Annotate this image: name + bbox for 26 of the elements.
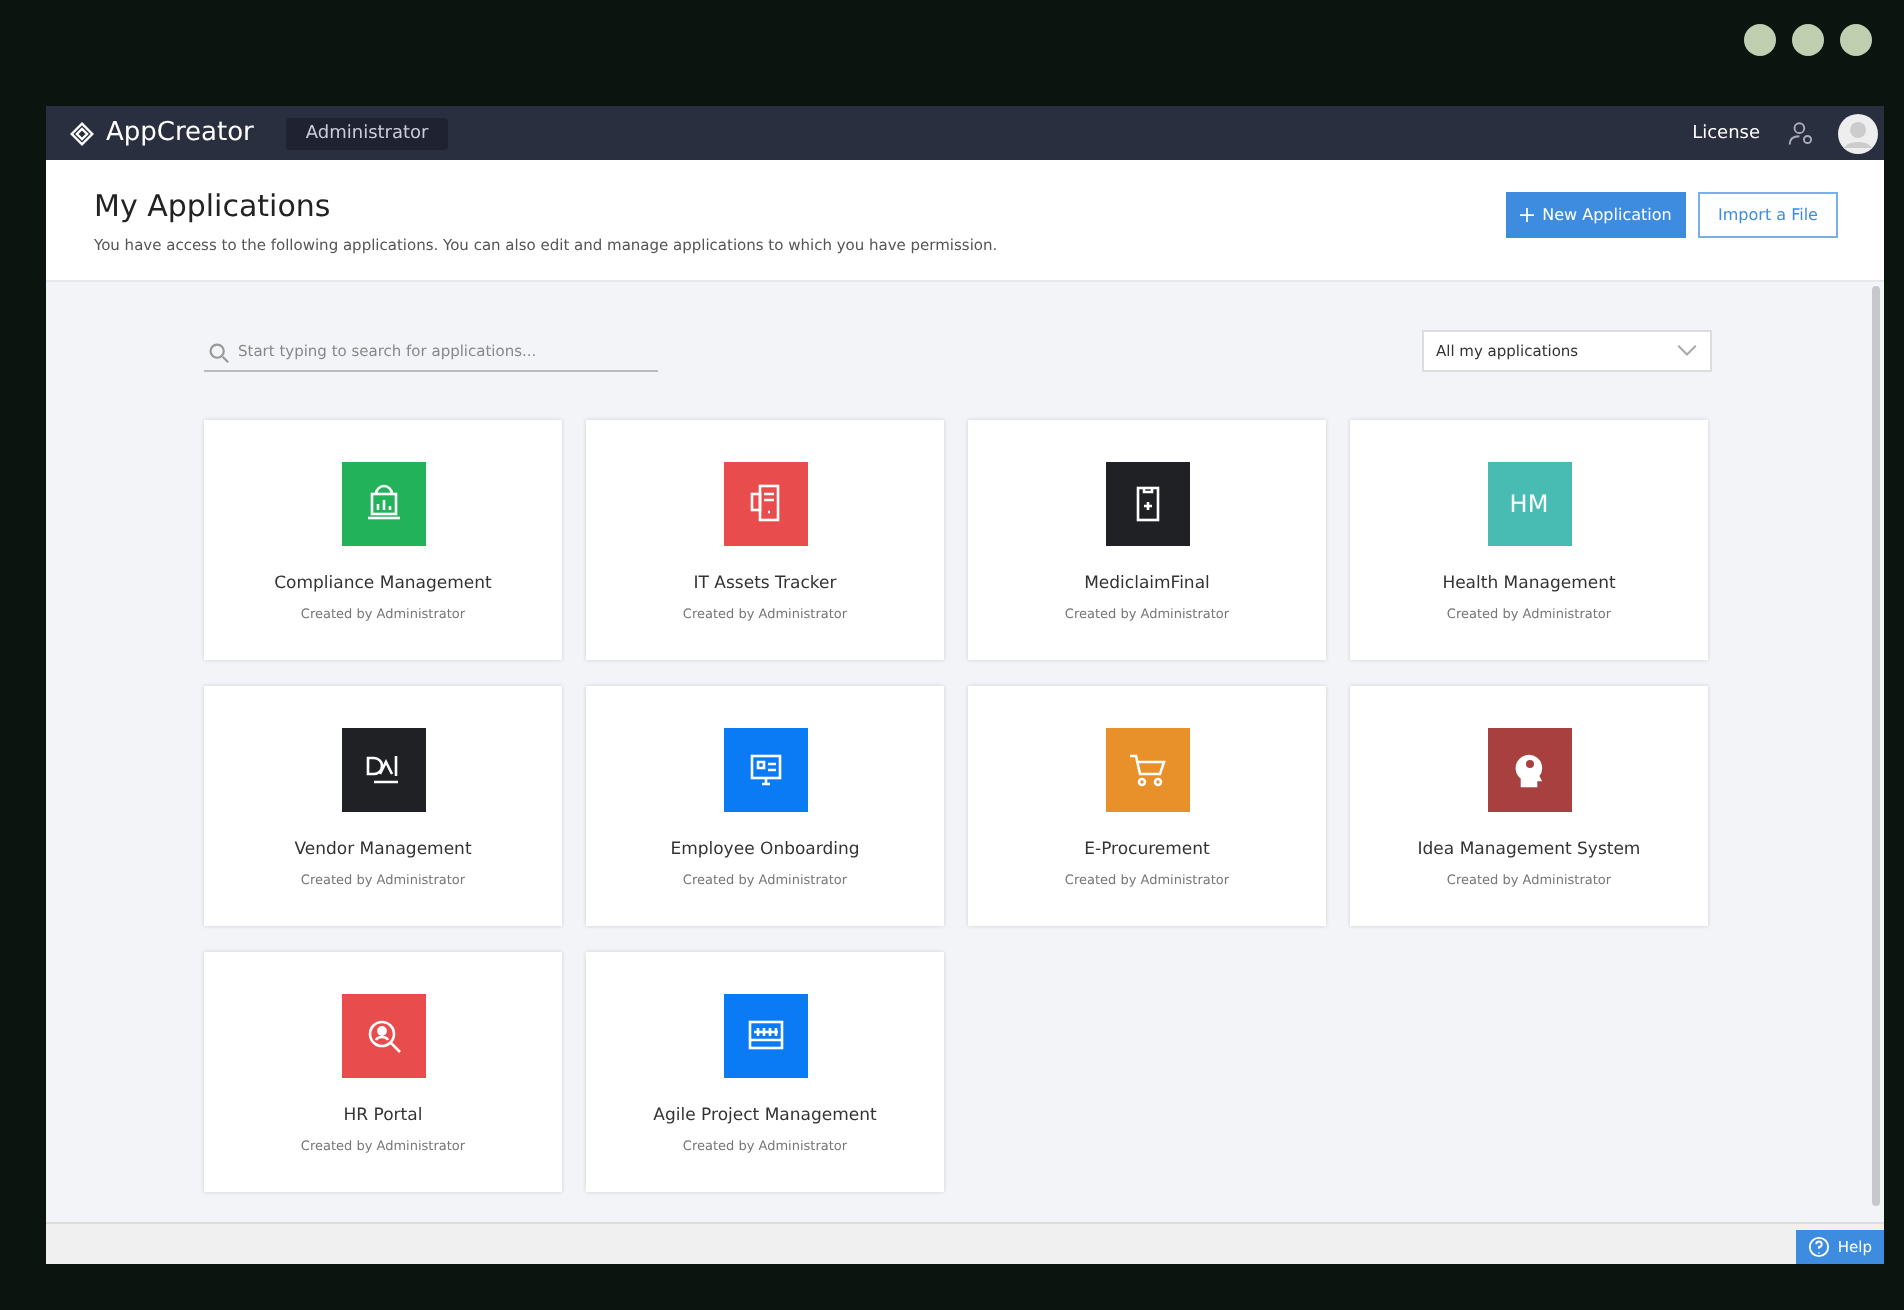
avatar-icon[interactable] bbox=[1838, 113, 1878, 153]
app-name: Employee Onboarding bbox=[670, 840, 860, 860]
window-dot bbox=[1744, 24, 1776, 56]
plus-icon bbox=[1520, 207, 1535, 221]
page-title: My Applications bbox=[94, 187, 333, 223]
app-name: Idea Management System bbox=[1417, 840, 1641, 860]
app-name: Agile Project Management bbox=[653, 1106, 877, 1126]
app-name: Vendor Management bbox=[294, 840, 472, 860]
app-name: IT Assets Tracker bbox=[693, 574, 837, 594]
app-name: MediclaimFinal bbox=[1084, 574, 1210, 594]
app-brand: AppCreator bbox=[106, 118, 254, 148]
scrollbar[interactable] bbox=[1872, 286, 1880, 1206]
window-dot bbox=[1792, 24, 1824, 56]
app-name: HR Portal bbox=[343, 1106, 423, 1126]
role-badge: Administrator bbox=[285, 117, 449, 149]
app-name: E-Procurement bbox=[1084, 840, 1210, 860]
license-link[interactable]: License bbox=[1692, 123, 1760, 143]
app-name: Compliance Management bbox=[274, 574, 492, 594]
app-initials: HM bbox=[1509, 490, 1549, 518]
logo-icon bbox=[70, 121, 94, 145]
search-icon bbox=[208, 341, 230, 363]
question-icon bbox=[1807, 1236, 1830, 1258]
user-settings-icon[interactable] bbox=[1788, 120, 1814, 146]
window-dot bbox=[1840, 24, 1872, 56]
app-name: Health Management bbox=[1442, 574, 1616, 594]
chevron-down-icon bbox=[1676, 344, 1698, 358]
